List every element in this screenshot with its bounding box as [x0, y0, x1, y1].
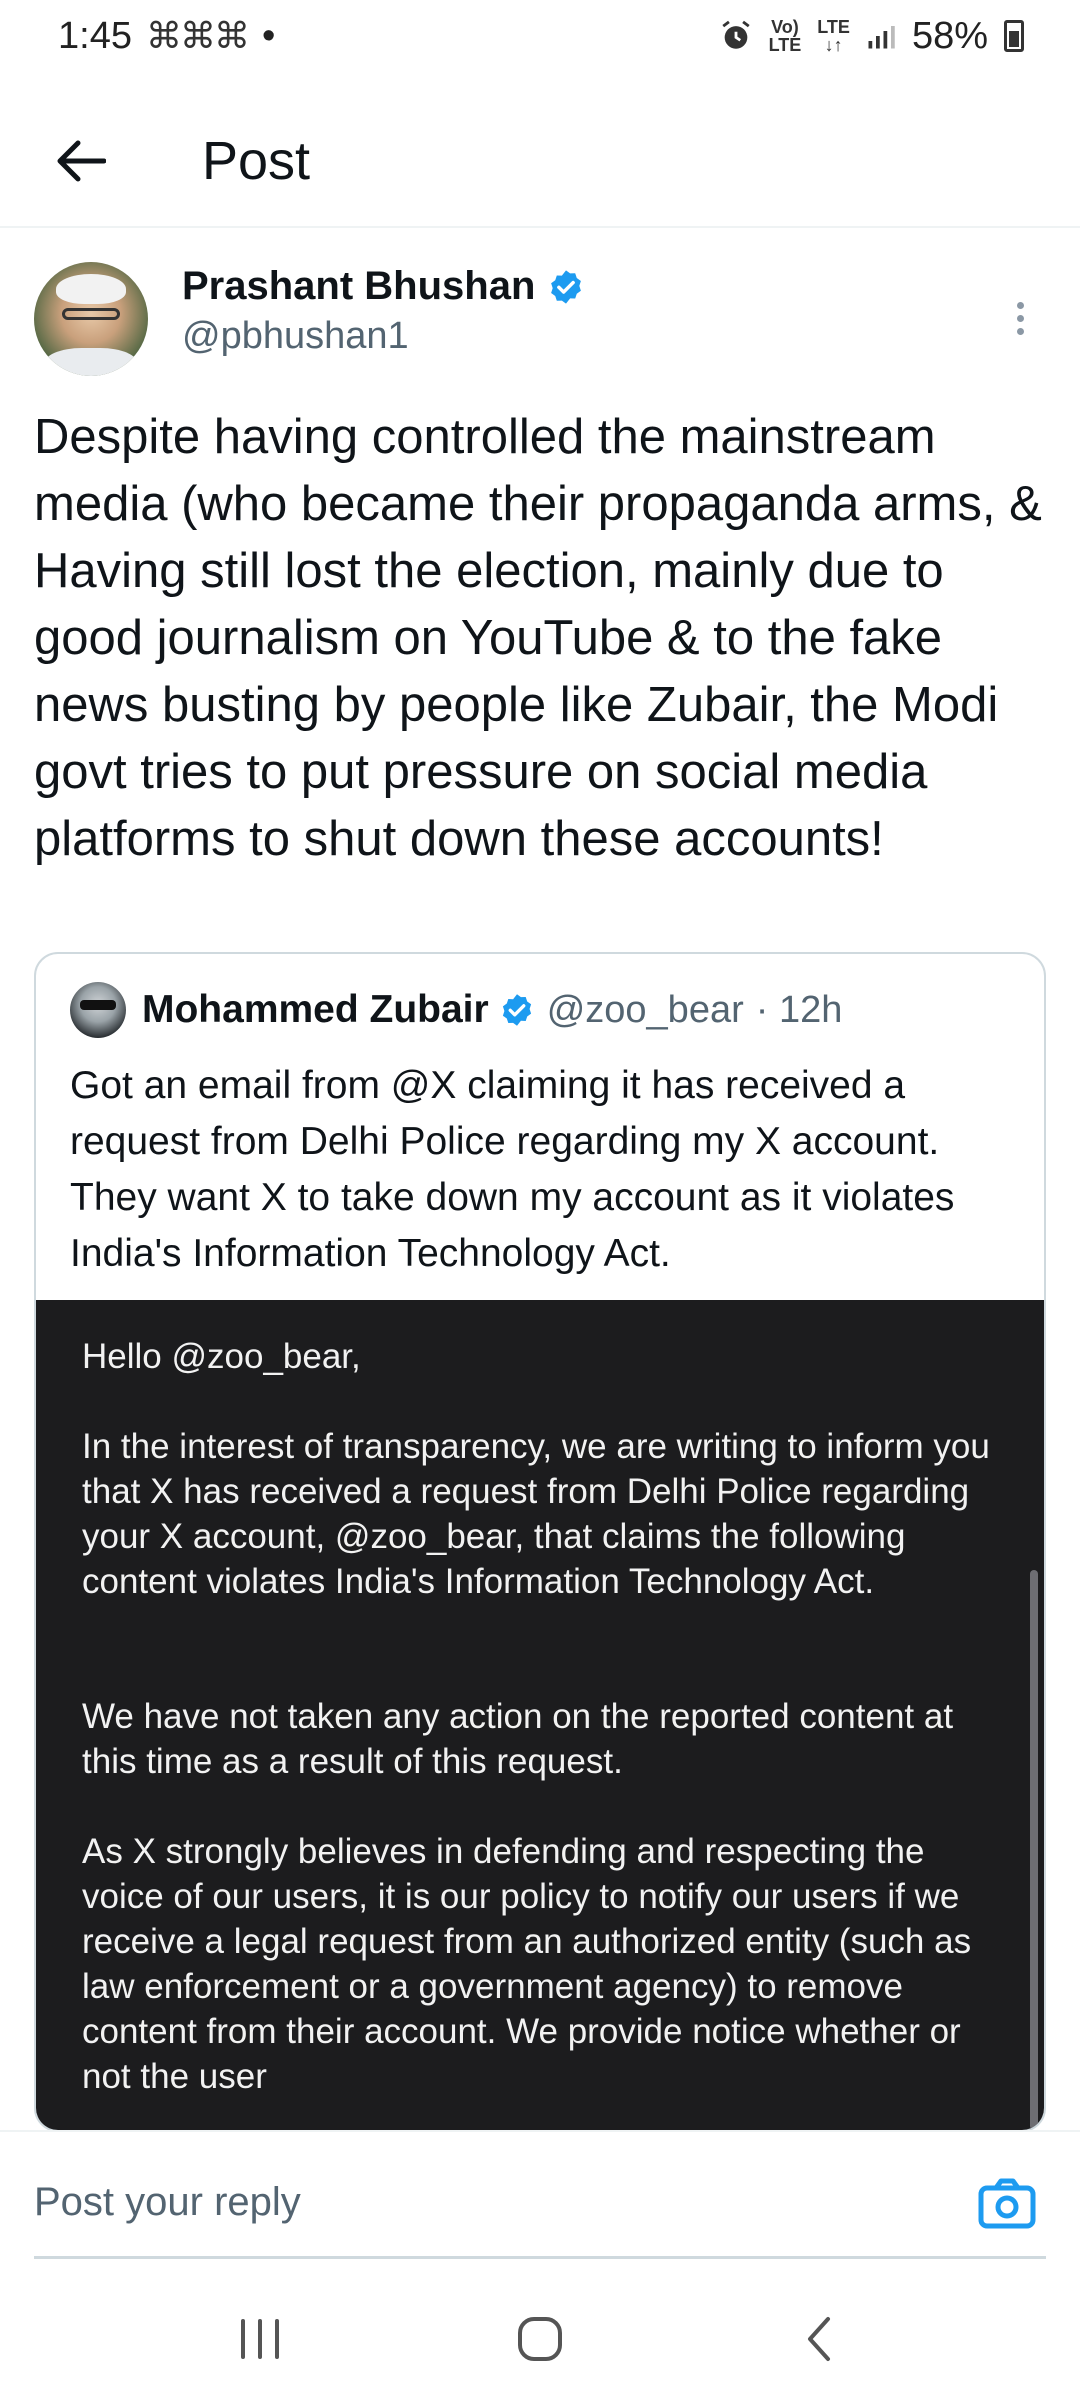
email-paragraph-1: In the interest of transparency, we are …	[82, 1427, 990, 1601]
quoted-post[interactable]: Mohammed Zubair @zoo_bear · 12h Got an e…	[34, 952, 1046, 2132]
author-info: Prashant Bhushan @pbhushan1	[182, 264, 585, 358]
author-name[interactable]: Prashant Bhushan	[182, 264, 535, 309]
reply-underline	[34, 2256, 1046, 2259]
quoted-author-name: Mohammed Zubair	[142, 988, 489, 1031]
home-button[interactable]	[500, 2299, 580, 2379]
status-bar: 1:45 ⌘⌘⌘ • Vo) LTE LTE ↓↑ 58%	[0, 0, 1080, 72]
arrow-left-icon	[57, 140, 106, 182]
quoted-post-text: Got an email from @X claiming it has rec…	[70, 1064, 955, 1275]
reply-input[interactable]: Post your reply	[34, 2180, 301, 2225]
status-dot: •	[261, 14, 276, 57]
post-text: Despite having controlled the mainstream…	[34, 410, 1042, 866]
status-time: 1:45	[58, 14, 132, 57]
quoted-post-header: Mohammed Zubair @zoo_bear · 12h	[70, 982, 1044, 1038]
quoted-author-handle: @zoo_bear	[546, 988, 744, 1031]
author-handle[interactable]: @pbhushan1	[182, 315, 585, 358]
quoted-avatar	[70, 982, 126, 1038]
signal-icon	[868, 26, 895, 49]
back-nav-button[interactable]	[780, 2299, 860, 2379]
battery-icon	[1004, 20, 1024, 52]
quoted-post-time: · 12h	[755, 988, 843, 1031]
camera-icon[interactable]	[978, 2178, 1036, 2230]
email-paragraph-2: We have not taken any action on the repo…	[82, 1697, 954, 1781]
email-screenshot-image[interactable]: Hello @zoo_bear, In the interest of tran…	[36, 1300, 1044, 2130]
avatar[interactable]	[34, 262, 148, 376]
top-bar: Post	[0, 96, 1080, 226]
notification-icons: ⌘⌘⌘	[145, 15, 250, 56]
chevron-left-icon	[808, 2317, 830, 2361]
home-icon	[518, 2317, 562, 2361]
reply-bar: Post your reply	[0, 2130, 1080, 2260]
back-button[interactable]	[30, 111, 130, 211]
volte-indicator: Vo) LTE	[768, 17, 802, 55]
recents-button[interactable]	[220, 2299, 300, 2379]
more-options-button[interactable]	[1000, 288, 1040, 348]
alarm-icon	[721, 20, 750, 49]
header-divider	[0, 226, 1080, 228]
battery-percent: 58%	[911, 14, 988, 57]
recents-icon	[241, 2319, 279, 2359]
main-post: Prashant Bhushan @pbhushan1 Despite havi…	[34, 262, 1046, 873]
page-title: Post	[202, 131, 311, 191]
more-dots-icon	[1016, 301, 1024, 309]
verified-badge-icon	[502, 994, 531, 1026]
author-row: Prashant Bhushan @pbhushan1	[34, 262, 1046, 376]
image-scrollbar	[1030, 1570, 1038, 2130]
verified-badge-icon	[551, 269, 582, 304]
system-nav-bar	[0, 2270, 1080, 2408]
lte-indicator: LTE ↓↑	[817, 17, 850, 55]
email-greeting: Hello @zoo_bear,	[82, 1337, 361, 1376]
email-paragraph-3: As X strongly believes in defending and …	[82, 1832, 972, 2096]
